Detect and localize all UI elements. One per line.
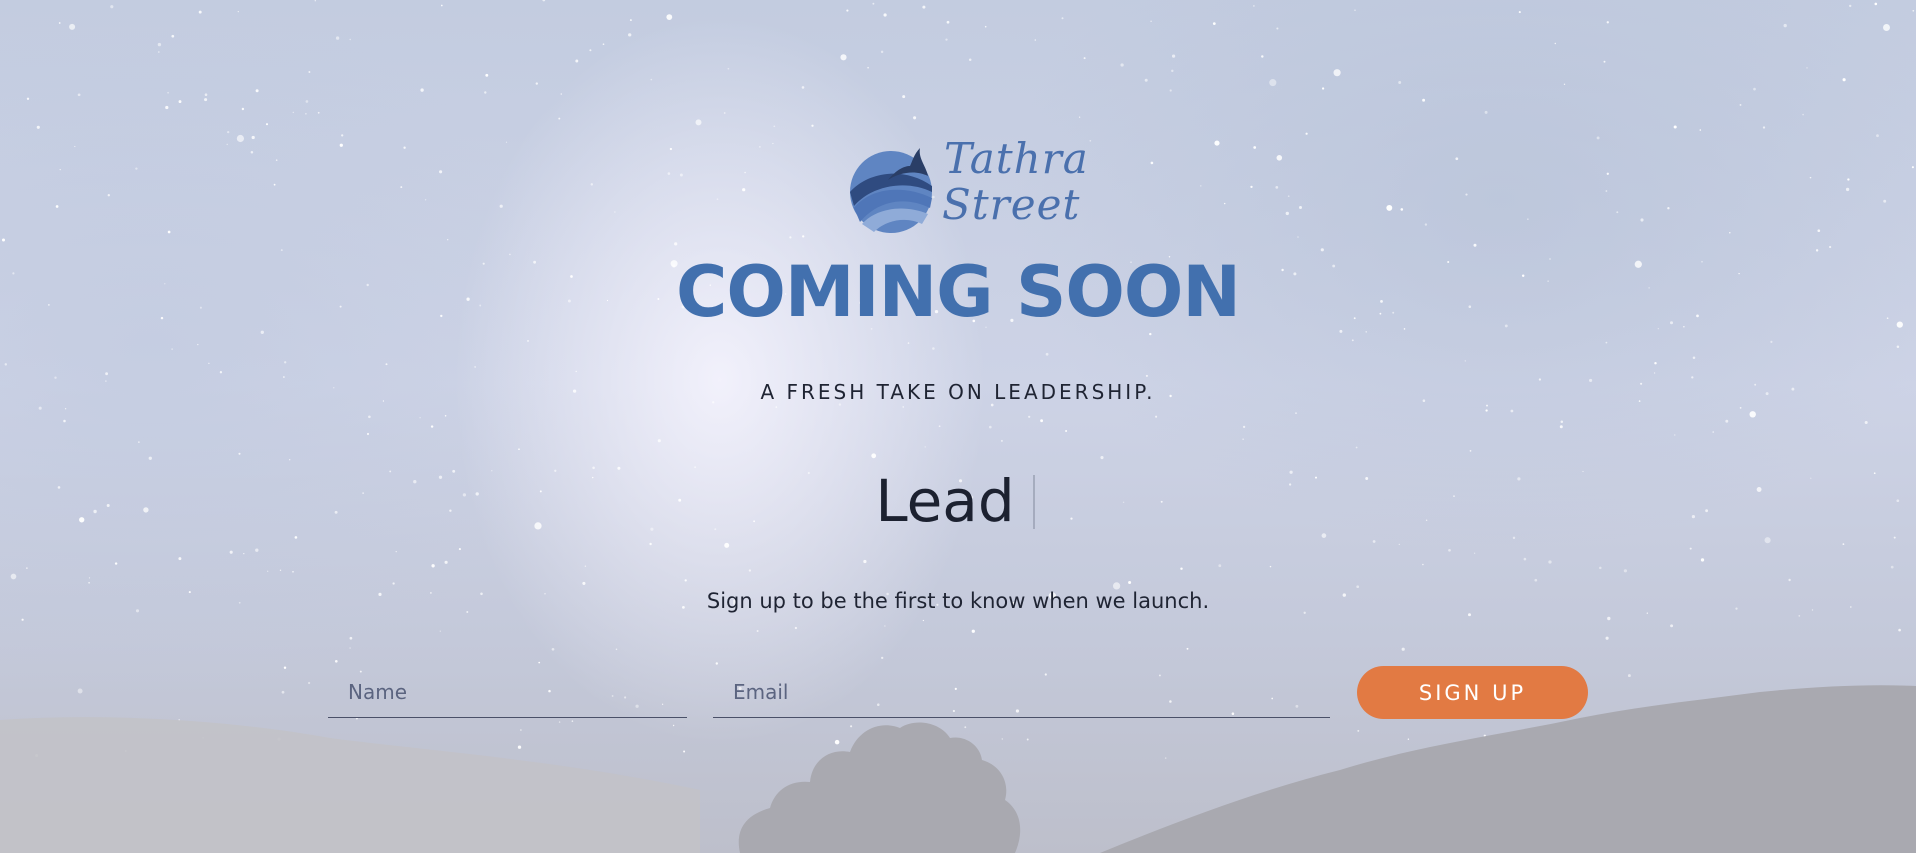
- email-field[interactable]: [713, 666, 1330, 718]
- brand-name: Tathra Street: [942, 134, 1089, 229]
- brand-name-line1: Tathra: [944, 134, 1089, 183]
- coming-soon-page: Tathra Street COMING SOON A FRESH TAKE O…: [0, 0, 1916, 853]
- name-field[interactable]: [328, 666, 687, 718]
- sign-up-button[interactable]: SIGN UP: [1357, 666, 1588, 719]
- page-title: COMING SOON: [675, 251, 1241, 333]
- typed-word: Lead: [875, 467, 1015, 535]
- signup-prompt: Sign up to be the first to know when we …: [706, 589, 1210, 613]
- brand-name-line2: Street: [942, 180, 1081, 229]
- brand-logo[interactable]: Tathra Street: [848, 136, 1088, 236]
- typing-cursor: [1032, 475, 1035, 529]
- typed-headline: Lead: [0, 462, 1916, 540]
- tagline: A FRESH TAKE ON LEADERSHIP.: [760, 380, 1156, 404]
- wave-circle-icon: [850, 148, 932, 233]
